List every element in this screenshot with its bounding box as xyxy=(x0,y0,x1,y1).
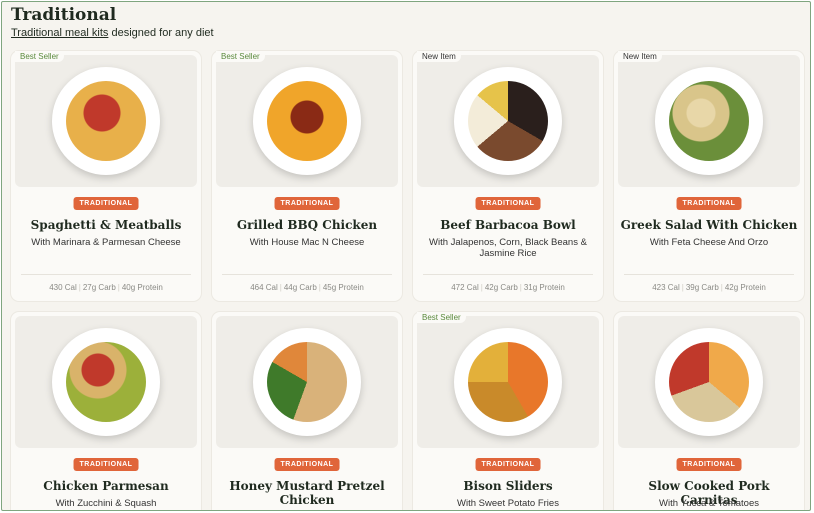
divider xyxy=(21,274,191,275)
meal-photo[interactable] xyxy=(417,55,599,187)
plate-image xyxy=(253,67,361,175)
meal-description: With Sweet Potato Fries xyxy=(457,498,559,509)
meal-card-honey-mustard[interactable]: TRADITIONAL Honey Mustard Pretzel Chicke… xyxy=(212,312,402,510)
carbs: 44g Carb xyxy=(283,283,317,292)
meal-description: With Marinara & Parmesan Cheese xyxy=(31,237,181,248)
best-seller-badge: Best Seller xyxy=(216,51,265,62)
page-subtitle: Traditional meal kits designed for any d… xyxy=(11,27,214,39)
category-tag: TRADITIONAL xyxy=(676,197,742,210)
best-seller-badge: Best Seller xyxy=(15,51,64,62)
protein: 40g Protein xyxy=(121,283,163,292)
calories: 430 Cal xyxy=(49,283,77,292)
plate-image xyxy=(253,328,361,436)
category-tag: TRADITIONAL xyxy=(676,458,742,471)
protein: 42g Protein xyxy=(724,283,766,292)
category-tag: TRADITIONAL xyxy=(73,458,139,471)
meal-photo[interactable] xyxy=(15,316,197,448)
category-tag: TRADITIONAL xyxy=(274,197,340,210)
new-item-badge: New Item xyxy=(417,51,461,62)
meal-name[interactable]: Honey Mustard Pretzel Chicken xyxy=(218,479,396,507)
nutrition-info: 464 Cal | 44g Carb | 45g Protein xyxy=(250,283,364,292)
meal-card-spaghetti[interactable]: Best Seller TRADITIONAL Spaghetti & Meat… xyxy=(11,51,201,301)
meal-name[interactable]: Greek Salad With Chicken xyxy=(620,218,798,232)
plate-image xyxy=(655,67,763,175)
meal-card-pork-carnitas[interactable]: TRADITIONAL Slow Cooked Pork Carnitas Wi… xyxy=(614,312,804,510)
meal-description: With Zucchini & Squash xyxy=(55,498,157,509)
traditional-meal-kits-link[interactable]: Traditional meal kits xyxy=(11,27,108,39)
meal-photo[interactable] xyxy=(216,55,398,187)
meal-photo[interactable] xyxy=(15,55,197,187)
meal-card-chicken-parmesan[interactable]: TRADITIONAL Chicken Parmesan With Zucchi… xyxy=(11,312,201,510)
category-tag: TRADITIONAL xyxy=(73,197,139,210)
nutrition-info: 423 Cal | 39g Carb | 42g Protein xyxy=(652,283,766,292)
carbs: 39g Carb xyxy=(685,283,719,292)
plate-image xyxy=(655,328,763,436)
meal-description: With House Mac N Cheese xyxy=(249,237,365,248)
meal-card-barbacoa-bowl[interactable]: New Item TRADITIONAL Beef Barbacoa Bowl … xyxy=(413,51,603,301)
category-tag: TRADITIONAL xyxy=(274,458,340,471)
plate-image xyxy=(454,67,562,175)
meal-name[interactable]: Bison Sliders xyxy=(419,479,597,493)
carbs: 27g Carb xyxy=(82,283,116,292)
meal-description: With Jalapenos, Corn, Black Beans & Jasm… xyxy=(429,237,587,259)
calories: 472 Cal xyxy=(451,283,479,292)
meal-photo[interactable] xyxy=(618,316,800,448)
nutrition-info: 472 Cal | 42g Carb | 31g Protein xyxy=(451,283,565,292)
meal-photo[interactable] xyxy=(417,316,599,448)
plate-image xyxy=(52,67,160,175)
plate-image xyxy=(52,328,160,436)
divider xyxy=(423,274,593,275)
plate-image xyxy=(454,328,562,436)
meal-name[interactable]: Grilled BBQ Chicken xyxy=(218,218,396,232)
best-seller-badge: Best Seller xyxy=(417,312,466,323)
category-tag: TRADITIONAL xyxy=(475,197,541,210)
divider xyxy=(222,274,392,275)
meal-photo[interactable] xyxy=(618,55,800,187)
nutrition-info: 430 Cal | 27g Carb | 40g Protein xyxy=(49,283,163,292)
meal-name[interactable]: Beef Barbacoa Bowl xyxy=(419,218,597,232)
category-tag: TRADITIONAL xyxy=(475,458,541,471)
new-item-badge: New Item xyxy=(618,51,662,62)
carbs: 42g Carb xyxy=(484,283,518,292)
calories: 423 Cal xyxy=(652,283,680,292)
subtitle-text: designed for any diet xyxy=(108,27,214,39)
meal-card-bbq-chicken[interactable]: Best Seller TRADITIONAL Grilled BBQ Chic… xyxy=(212,51,402,301)
meal-photo[interactable] xyxy=(216,316,398,448)
calories: 464 Cal xyxy=(250,283,278,292)
meal-description: With Yucca & Tomatoes xyxy=(659,498,759,509)
meal-card-bison-sliders[interactable]: Best Seller TRADITIONAL Bison Sliders Wi… xyxy=(413,312,603,510)
divider xyxy=(624,274,794,275)
meal-name[interactable]: Chicken Parmesan xyxy=(17,479,195,493)
meal-description: With Feta Cheese And Orzo xyxy=(649,237,769,248)
protein: 31g Protein xyxy=(523,283,565,292)
meal-card-greek-salad[interactable]: New Item TRADITIONAL Greek Salad With Ch… xyxy=(614,51,804,301)
page-frame: Traditional Traditional meal kits design… xyxy=(1,1,811,511)
page-title: Traditional xyxy=(11,5,117,25)
protein: 45g Protein xyxy=(322,283,364,292)
meal-name[interactable]: Spaghetti & Meatballs xyxy=(17,218,195,232)
